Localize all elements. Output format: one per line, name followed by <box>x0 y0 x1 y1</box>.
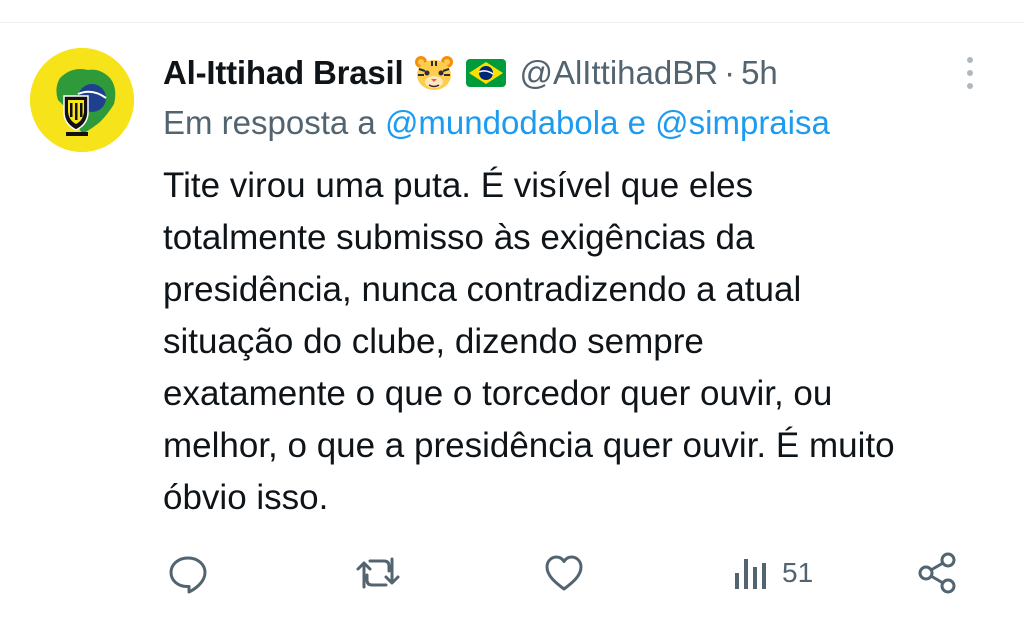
separator-dot: · <box>724 54 736 91</box>
tweet-header: Al-Ittihad Brasil @AlIttihadBR · 5h <box>163 50 778 96</box>
more-options-icon[interactable] <box>958 54 982 94</box>
reply-context: Em resposta a @mundodabola e @simpraisa <box>163 104 830 148</box>
mention-mundodabola[interactable]: @mundodabola <box>385 104 619 141</box>
views-count: 51 <box>782 557 814 588</box>
reply-prefix: Em resposta a <box>163 104 376 141</box>
mention-simpraisa[interactable]: @simpraisa <box>655 104 830 141</box>
top-divider <box>0 22 1024 23</box>
avatar[interactable] <box>30 48 134 152</box>
tweet-text-line: melhor, o que a presidência quer ouvir. … <box>163 426 895 465</box>
tweet-text-line: Tite virou uma puta. É visível que eles <box>163 166 754 205</box>
like-icon <box>545 555 583 591</box>
tweet-text: Tite virou uma puta. É visível que eles … <box>163 160 1003 524</box>
tweet-text-line: situação do clube, dizendo sempre <box>163 322 704 361</box>
display-name[interactable]: Al-Ittihad Brasil <box>163 54 404 92</box>
like-button[interactable] <box>542 548 586 598</box>
club-logo-icon <box>30 48 134 152</box>
timestamp[interactable]: 5h <box>741 54 778 92</box>
tiger-face-emoji <box>413 54 455 92</box>
share-button[interactable] <box>916 548 960 598</box>
user-handle[interactable]: @AlIttihadBR <box>519 54 718 92</box>
tweet-text-line: óbvio isso. <box>163 478 329 517</box>
tweet-text-line: exatamente o que o torcedor quer ouvir, … <box>163 374 833 413</box>
tweet-text-line: totalmente submisso às exigências da <box>163 218 755 257</box>
action-bar: 51 <box>0 548 1024 598</box>
tweet-text-line: presidência, nunca contradizendo a atual <box>163 270 802 309</box>
reply-joiner: e <box>627 104 646 141</box>
views-icon <box>735 559 766 589</box>
brazil-flag-emoji <box>465 54 507 92</box>
views-button[interactable]: 51 <box>732 548 813 598</box>
retweet-button[interactable] <box>354 548 402 598</box>
reply-button[interactable] <box>166 548 210 598</box>
share-icon <box>918 552 956 594</box>
reply-icon <box>169 556 207 594</box>
retweet-icon <box>356 557 400 589</box>
